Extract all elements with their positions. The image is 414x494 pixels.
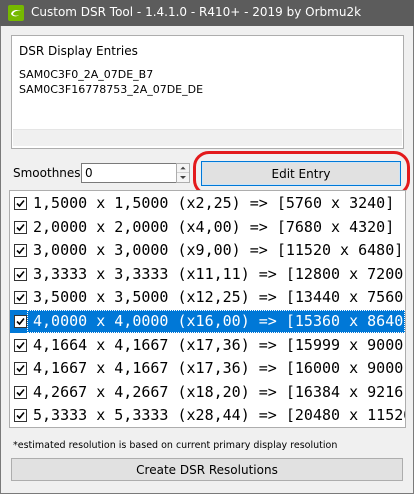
resolution-row[interactable]: 4,1667 x 4,1667 (x17,36) => [16000 x 900…	[10, 357, 405, 380]
window-title: Custom DSR Tool - 1.4.1.0 - R410+ - 2019…	[31, 5, 362, 19]
resolution-row[interactable]: 3,3333 x 3,3333 (x11,11) => [12800 x 720…	[10, 263, 405, 286]
resolution-row[interactable]: 3,0000 x 3,0000 (x9,00) => [11520 x 6480…	[10, 239, 405, 262]
resolution-row[interactable]: 3,5000 x 3,5000 (x12,25) => [13440 x 756…	[10, 286, 405, 309]
resolution-label: 3,5000 x 3,5000 (x12,25) => [13440 x 756…	[33, 288, 404, 307]
resolution-row[interactable]: 4,0000 x 4,0000 (x16,00) => [15360 x 864…	[10, 310, 405, 333]
checkmark-icon	[16, 317, 25, 326]
display-entry-item[interactable]: SAM0C3F16778753_2A_07DE_DE	[19, 83, 203, 96]
resolution-label: 4,1667 x 4,1667 (x17,36) => [16000 x 900…	[33, 359, 404, 378]
resolution-checkbox[interactable]	[14, 315, 27, 328]
checkmark-icon	[16, 294, 25, 302]
create-dsr-resolutions-button[interactable]: Create DSR Resolutions	[11, 458, 403, 481]
resolution-checkbox[interactable]	[14, 267, 27, 281]
resolution-label: 3,3333 x 3,3333 (x11,11) => [12800 x 720…	[33, 264, 404, 283]
checkmark-icon	[16, 247, 25, 255]
resolution-label: 1,5000 x 1,5000 (x2,25) => [5760 x 3240]	[33, 194, 395, 212]
title-bar[interactable]: Custom DSR Tool - 1.4.1.0 - R410+ - 2019…	[0, 0, 414, 26]
checkmark-icon	[16, 223, 25, 231]
horizontal-scrollbar[interactable]	[13, 129, 402, 146]
resolution-label: 3,0000 x 3,0000 (x9,00) => [11520 x 6480…	[33, 241, 404, 260]
resolution-checkbox[interactable]	[14, 362, 27, 376]
resolution-checkbox[interactable]	[14, 409, 27, 423]
dsr-display-entries-list[interactable]: DSR Display Entries SAM0C3F0_2A_07DE_B7 …	[11, 35, 404, 149]
smoothness-label: Smoothness	[13, 166, 87, 180]
checkmark-icon	[16, 412, 25, 420]
resolution-checkbox[interactable]	[14, 244, 27, 258]
resolution-checkbox[interactable]	[14, 291, 27, 305]
dsr-display-entries-label: DSR Display Entries	[19, 44, 138, 58]
resolution-row[interactable]: 4,1664 x 4,1667 (x17,36) => [15999 x 900…	[10, 334, 405, 357]
checkmark-icon	[16, 388, 25, 396]
checkmark-icon	[16, 365, 25, 373]
spin-up-icon[interactable]	[177, 164, 189, 173]
resolution-label: 2,0000 x 2,0000 (x4,00) => [7680 x 4320]	[33, 217, 395, 236]
resolution-label: 4,1664 x 4,1667 (x17,36) => [15999 x 900…	[33, 335, 404, 354]
resolution-row[interactable]: 1,5000 x 1,5000 (x2,25) => [5760 x 3240]	[10, 192, 405, 215]
resolution-list[interactable]: 1,5000 x 1,5000 (x2,25) => [5760 x 3240]…	[9, 190, 406, 428]
smoothness-input[interactable]	[81, 163, 177, 183]
window-border-left	[0, 26, 1, 494]
nvidia-logo-icon	[8, 5, 24, 21]
checkmark-icon	[16, 270, 25, 278]
checkmark-icon	[16, 199, 25, 208]
resolution-checkbox[interactable]	[14, 197, 27, 210]
resolution-checkbox[interactable]	[14, 338, 27, 352]
display-entry-item[interactable]: SAM0C3F0_2A_07DE_B7	[19, 68, 153, 81]
checkmark-icon	[16, 341, 25, 349]
resolution-label: 5,3333 x 5,3333 (x28,44) => [20480 x 115…	[33, 406, 406, 425]
resolution-footnote: *estimated resolution is based on curren…	[13, 440, 338, 451]
resolution-checkbox[interactable]	[14, 385, 27, 399]
resolution-label: 4,2667 x 4,2667 (x18,20) => [16384 x 921…	[33, 382, 404, 401]
smoothness-spinner[interactable]	[176, 163, 190, 183]
focus-rectangle	[27, 310, 405, 333]
edit-entry-button[interactable]: Edit Entry	[201, 161, 401, 186]
spin-down-icon[interactable]	[177, 173, 189, 182]
resolution-row[interactable]: 2,0000 x 2,0000 (x4,00) => [7680 x 4320]	[10, 216, 405, 239]
resolution-row[interactable]: 5,3333 x 5,3333 (x28,44) => [20480 x 115…	[10, 404, 405, 427]
resolution-row[interactable]: 4,2667 x 4,2667 (x18,20) => [16384 x 921…	[10, 381, 405, 404]
resolution-checkbox[interactable]	[14, 220, 27, 234]
